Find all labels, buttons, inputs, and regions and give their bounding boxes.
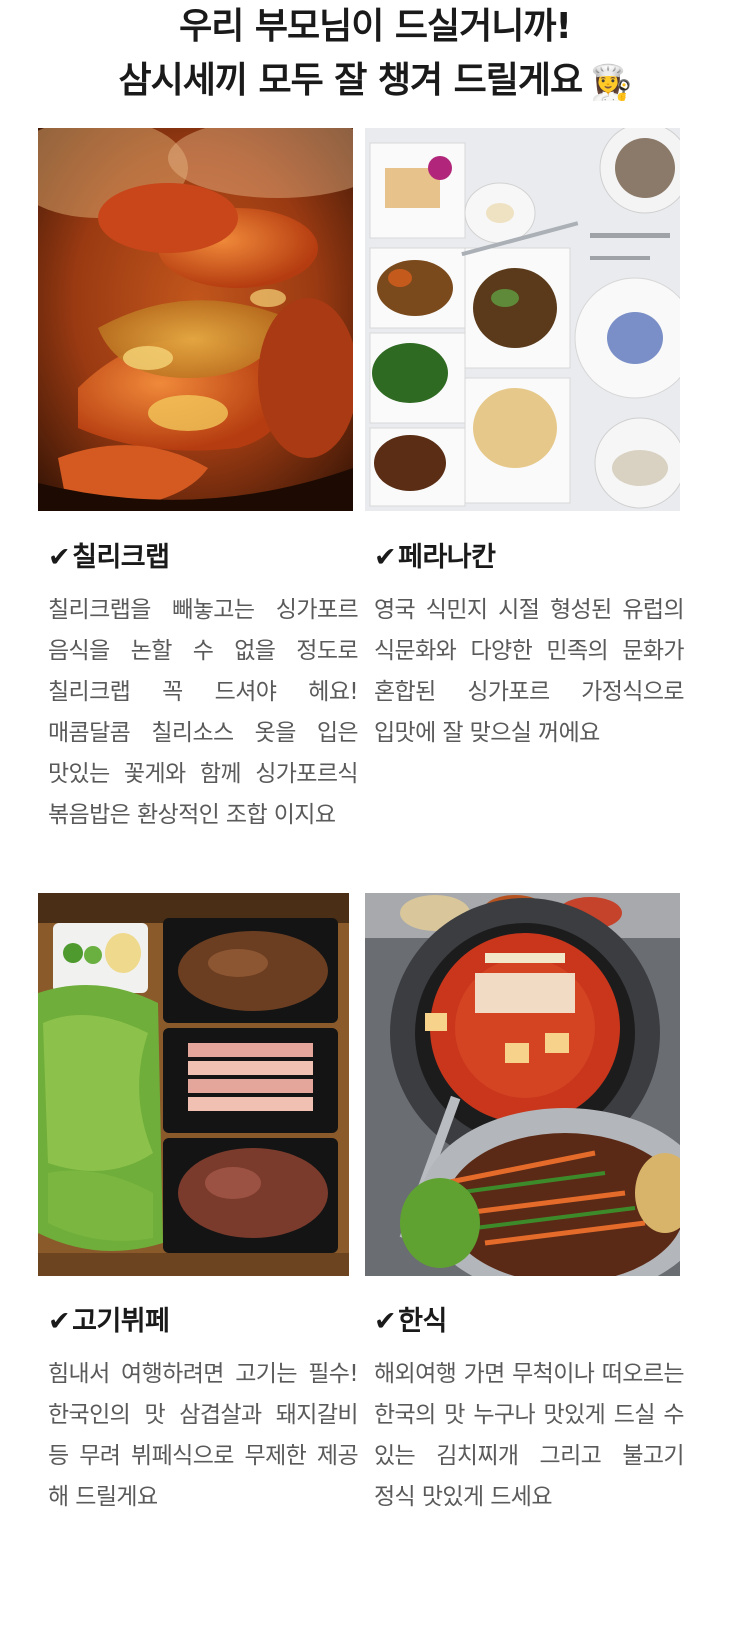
chef-emoji-icon: 👩‍🍳 [590,63,632,103]
item-title-text: 고기뷔페 [72,1306,170,1337]
item-title-text: 한식 [398,1306,447,1337]
item-title-korean-food: ✔한식 [374,1304,447,1340]
korean-food-photo [365,893,680,1276]
item-description-meat-buffet: 힘내서 여행하려면 고기는 필수! 한국인의 맛 삼겹살과 돼지갈비 등 무려 … [48,1361,359,1510]
check-icon: ✔ [48,1306,71,1337]
item-title-meat-buffet: ✔고기뷔페 [48,1304,170,1340]
page-title-line-2: 삼시세끼 모두 잘 챙겨 드릴게요 👩‍🍳 [0,54,750,110]
check-icon: ✔ [48,542,71,573]
page-title-line-2-text: 삼시세끼 모두 잘 챙겨 드릴게요 [118,60,583,101]
chili-crab-photo [38,128,353,511]
item-title-text: 칠리크랩 [72,542,170,573]
check-icon: ✔ [374,542,397,573]
page-header: 우리 부모님이 드실거니까! 삼시세끼 모두 잘 챙겨 드릴게요 👩‍🍳 [0,0,750,110]
item-description-korean-food: 해외여행 가면 무척이나 떠오르는 한국의 맛 누구나 맛있게 드실 수 있는 … [374,1361,685,1510]
item-title-chili-crab: ✔칠리크랩 [48,540,170,576]
item-description-peranakan: 영국 식민지 시절 형성된 유럽의 식문화와 다양한 민족의 문화가 혼합된 싱… [374,597,685,746]
meat-buffet-photo [38,893,349,1276]
item-title-peranakan: ✔페라나칸 [374,540,496,576]
item-title-text: 페라나칸 [398,542,496,573]
peranakan-photo [365,128,680,511]
check-icon: ✔ [374,1306,397,1337]
item-description-chili-crab: 칠리크랩을 빼놓고는 싱가포르 음식을 논할 수 없을 정도로 칠리크랩 꼭 드… [48,597,359,828]
page-title-line-1: 우리 부모님이 드실거니까! [179,6,572,47]
